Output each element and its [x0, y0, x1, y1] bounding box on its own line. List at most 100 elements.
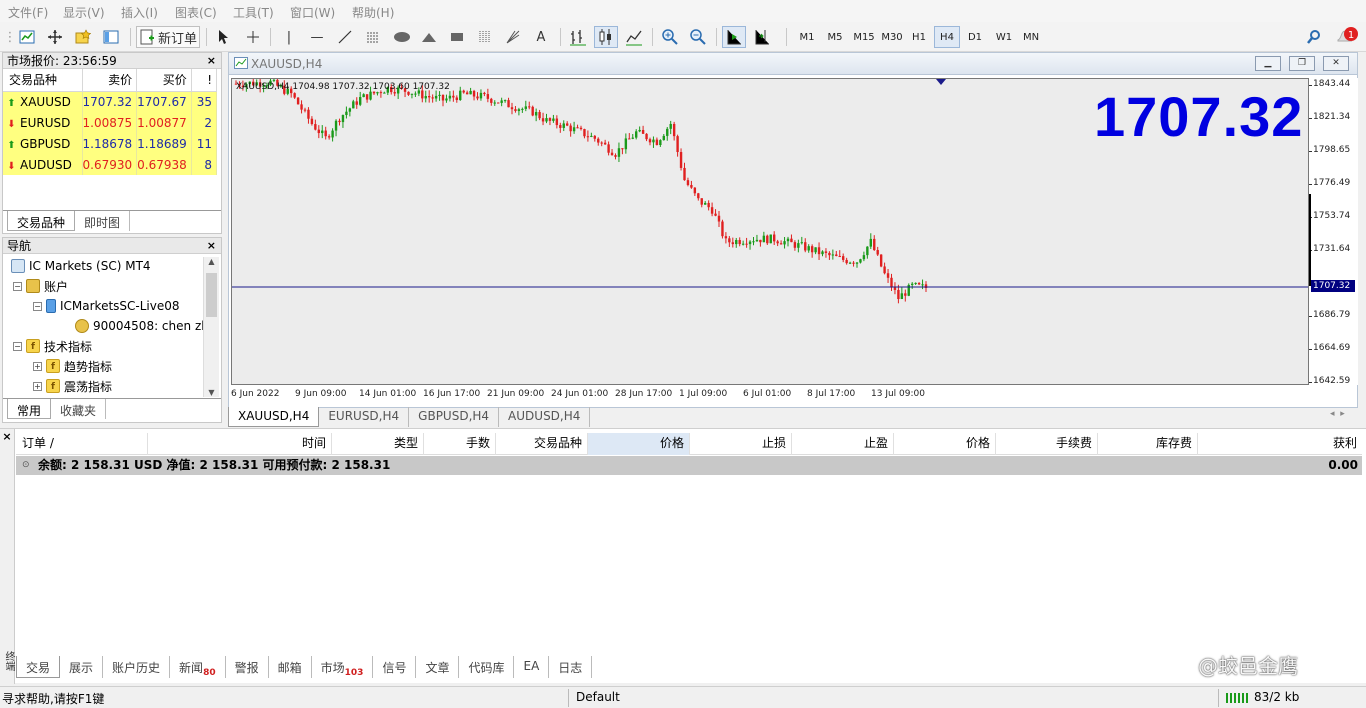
chart-title-bar[interactable]: XAUUSD,H4 ▁ ❐ ✕: [229, 53, 1357, 75]
line-chart-icon[interactable]: [622, 26, 646, 48]
col-lots[interactable]: 手数: [424, 433, 496, 455]
status-profile[interactable]: Default: [576, 690, 620, 704]
menu-help[interactable]: 帮助(H): [352, 0, 394, 21]
nav-accounts[interactable]: − 账户: [13, 277, 68, 295]
new-chart-icon[interactable]: [16, 26, 38, 48]
price-scale[interactable]: 1843.44 1821.34 1798.65 1776.49 1753.74 1731.…: [1309, 78, 1358, 386]
col-symbol[interactable]: 交易品种: [3, 69, 83, 92]
ellipse-icon[interactable]: [390, 26, 414, 48]
chart-shift-icon[interactable]: [750, 26, 774, 48]
triangle-icon[interactable]: [418, 26, 440, 48]
terminal-tab[interactable]: 展示: [60, 656, 104, 678]
col-time[interactable]: 时间: [148, 433, 332, 455]
timeframe-m5[interactable]: M5: [822, 26, 848, 48]
tab-common[interactable]: 常用: [7, 399, 52, 419]
bar-chart-icon[interactable]: [566, 26, 590, 48]
timeframe-h4[interactable]: H4: [934, 26, 960, 48]
col-symbol[interactable]: 交易品种: [496, 433, 588, 455]
terminal-tab[interactable]: 信号: [373, 656, 417, 678]
nav-account[interactable]: 90004508: chen zh: [75, 317, 209, 335]
tab-tick-chart[interactable]: 即时图: [75, 211, 131, 231]
terminal-tab[interactable]: 警报: [226, 656, 269, 678]
rectangle-icon[interactable]: [446, 26, 468, 48]
menu-tools[interactable]: 工具(T): [233, 0, 274, 21]
search-icon[interactable]: [1304, 26, 1324, 48]
terminal-tab[interactable]: 新闻80: [170, 656, 226, 678]
close-button[interactable]: ✕: [1323, 56, 1349, 71]
market-watch-row[interactable]: ⬇ AUDUSD 0.67930 0.67938 8: [3, 154, 218, 175]
scroll-thumb[interactable]: [206, 273, 217, 317]
menu-chart[interactable]: 图表(C): [175, 0, 217, 21]
nav-terminal[interactable]: IC Markets (SC) MT4: [11, 257, 151, 275]
balance-row[interactable]: ⊙ 余额: 2 158.31 USD 净值: 2 158.31 可用预付款: 2…: [16, 456, 1362, 475]
col-spread[interactable]: !: [191, 69, 218, 92]
timeframe-mn[interactable]: MN: [1018, 26, 1044, 48]
col-order[interactable]: 订单 /: [16, 433, 148, 455]
terminal-tab[interactable]: 账户历史: [103, 656, 171, 678]
nav-indicators[interactable]: − f 技术指标: [13, 337, 92, 355]
market-watch-row[interactable]: ⬇ EURUSD 1.00875 1.00877 2: [3, 112, 218, 133]
col-swap[interactable]: 库存费: [1098, 433, 1198, 455]
terminal-tab[interactable]: 文章: [416, 656, 460, 678]
timeframe-m15[interactable]: M15: [850, 26, 878, 48]
auto-scroll-icon[interactable]: [722, 26, 746, 48]
market-watch-row[interactable]: ⬆ XAUUSD 1707.32 1707.67 35: [3, 91, 218, 112]
col-tp[interactable]: 止盈: [792, 433, 894, 455]
notifications-icon[interactable]: 1: [1334, 26, 1362, 48]
candle-chart-icon[interactable]: [594, 26, 618, 48]
nav-oscillators[interactable]: + f 震荡指标: [33, 377, 112, 395]
new-order-button[interactable]: 新订单: [136, 26, 200, 48]
zoom-out-icon[interactable]: [686, 26, 710, 48]
fibonacci-icon[interactable]: [474, 26, 496, 48]
trendline-icon[interactable]: [334, 26, 356, 48]
tab-scroll-icon[interactable]: ◂ ▸: [1330, 409, 1345, 419]
nav-trend[interactable]: + f 趋势指标: [33, 357, 112, 375]
menu-window[interactable]: 窗口(W): [290, 0, 335, 21]
col-commission[interactable]: 手续费: [996, 433, 1098, 455]
market-watch-row[interactable]: ⬆ GBPUSD 1.18678 1.18689 11: [3, 133, 218, 154]
collapse-icon[interactable]: −: [13, 281, 22, 291]
favorites-icon[interactable]: [72, 26, 94, 48]
chart-tab-eurusd[interactable]: EURUSD,H4: [319, 407, 410, 427]
restore-button[interactable]: ❐: [1289, 56, 1315, 71]
close-icon[interactable]: ×: [207, 54, 216, 67]
terminal-tab[interactable]: 交易: [16, 656, 61, 678]
channel-icon[interactable]: [362, 26, 384, 48]
terminal-tab[interactable]: 日志: [549, 656, 593, 678]
text-tool-icon[interactable]: A: [530, 26, 552, 48]
col-current-price[interactable]: 价格: [894, 433, 996, 455]
chart-tab-gbpusd[interactable]: GBPUSD,H4: [409, 407, 500, 427]
timeframe-d1[interactable]: D1: [962, 26, 988, 48]
crosshair-move-icon[interactable]: [44, 26, 66, 48]
minimize-button[interactable]: ▁: [1255, 56, 1281, 71]
col-price[interactable]: 价格: [588, 433, 690, 455]
terminal-tab[interactable]: 市场103: [312, 656, 374, 678]
col-ask[interactable]: 买价: [136, 69, 192, 92]
col-bid[interactable]: 卖价: [82, 69, 138, 92]
zoom-in-icon[interactable]: [658, 26, 682, 48]
tab-symbols[interactable]: 交易品种: [7, 211, 76, 231]
terminal-tab[interactable]: 邮箱: [269, 656, 312, 678]
crosshair-icon[interactable]: [242, 26, 264, 48]
navigator-icon[interactable]: [100, 26, 122, 48]
terminal-tab[interactable]: EA: [514, 656, 550, 678]
chart-tab-xauusd[interactable]: XAUUSD,H4: [228, 407, 320, 427]
collapse-icon[interactable]: −: [33, 301, 42, 311]
menu-insert[interactable]: 插入(I): [121, 0, 158, 21]
horizontal-line-icon[interactable]: —: [306, 26, 328, 48]
col-sl[interactable]: 止损: [690, 433, 792, 455]
col-profit[interactable]: 获利: [1198, 433, 1362, 455]
collapse-icon[interactable]: −: [13, 341, 22, 351]
tab-favorites[interactable]: 收藏夹: [51, 399, 107, 419]
col-type[interactable]: 类型: [332, 433, 424, 455]
nav-server[interactable]: − ICMarketsSC-Live08: [33, 297, 180, 315]
chart-tab-audusd[interactable]: AUDUSD,H4: [499, 407, 591, 427]
navigator-scrollbar[interactable]: ▲ ▼: [203, 257, 219, 397]
menu-view[interactable]: 显示(V): [63, 0, 105, 21]
cursor-icon[interactable]: [212, 26, 234, 48]
close-icon[interactable]: ×: [207, 239, 216, 252]
expand-icon[interactable]: +: [33, 361, 42, 371]
timeframe-m1[interactable]: M1: [794, 26, 820, 48]
timeframe-w1[interactable]: W1: [990, 26, 1018, 48]
gann-icon[interactable]: [502, 26, 524, 48]
